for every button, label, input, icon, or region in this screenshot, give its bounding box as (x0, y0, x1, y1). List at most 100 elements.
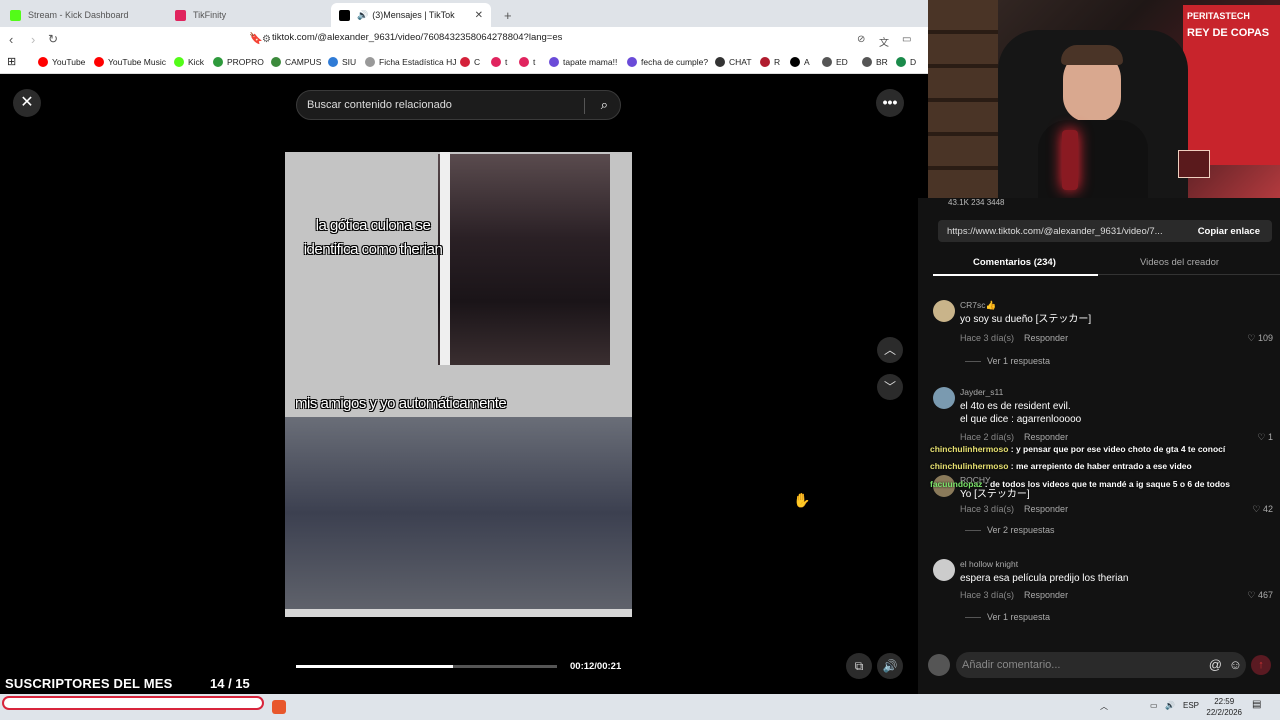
bookmark-favicon-icon (896, 57, 906, 67)
comment-username[interactable]: CR7sc👍 (960, 300, 996, 311)
copy-link-button[interactable]: Copiar enlace (1198, 226, 1260, 237)
related-search-input[interactable]: Buscar contenido relacionado ⌕ (296, 90, 621, 120)
bookmark-favicon-icon (519, 57, 529, 67)
apps-icon[interactable]: ⊞ (7, 55, 16, 68)
bookmark-item[interactable]: R (760, 57, 780, 67)
reload-icon[interactable]: ↻ (48, 32, 58, 46)
tab-tikfinity[interactable]: TikFinity (167, 3, 332, 27)
new-tab-button[interactable]: + (496, 3, 520, 27)
bookmark-item[interactable]: BR (862, 57, 888, 67)
bookmark-item[interactable]: CAMPUS (271, 57, 321, 67)
forward-icon[interactable]: › (31, 32, 35, 47)
bookmark-item[interactable]: t (491, 57, 507, 67)
bookmark-favicon-icon (365, 57, 375, 67)
subs-goal-bar (2, 696, 264, 710)
volume-icon[interactable]: 🔊 (877, 653, 903, 679)
webcam-feed: PERITASTECH REY DE COPAS (928, 0, 1280, 198)
site-info-icon[interactable]: ⚙ (262, 34, 271, 45)
bookmark-item[interactable]: YouTube (38, 57, 85, 67)
volume-tray-icon[interactable]: 🔊 (1165, 701, 1175, 710)
chat-text: : de todos los videos que te mandé a ig … (984, 479, 1230, 489)
avatar[interactable] (933, 387, 955, 409)
comment-username[interactable]: Jayder_s11 (960, 387, 1003, 397)
avatar[interactable] (933, 300, 955, 322)
bookmark-icon[interactable]: 🔖 (249, 32, 263, 45)
comment-time: Hace 3 día(s) (960, 333, 1015, 343)
bookmark-favicon-icon (271, 57, 281, 67)
like-count[interactable]: ♡ 42 (1252, 504, 1273, 515)
bookmark-item[interactable]: C (460, 57, 480, 67)
like-count[interactable]: ♡ 109 (1247, 333, 1273, 344)
url-field[interactable]: tiktok.com/@alexander_9631/video/7608432… (272, 32, 562, 43)
bookmark-item[interactable]: A (790, 57, 810, 67)
send-arrow-icon[interactable]: ↑ (1251, 655, 1271, 675)
reply-button[interactable]: Responder (1024, 432, 1068, 442)
view-replies-button[interactable]: Ver 1 respuesta (965, 356, 1050, 366)
emoji-icon[interactable]: ☺ (1229, 657, 1242, 672)
bookmark-favicon-icon (627, 57, 637, 67)
bookmark-item[interactable]: tapate mama!! (549, 57, 617, 67)
comment-meta: Hace 2 día(s) Responder (960, 432, 1068, 442)
comment-username[interactable]: el hollow knight (960, 559, 1018, 569)
bookmark-label: YouTube Music (108, 57, 166, 67)
language-indicator[interactable]: ESP (1183, 701, 1199, 710)
close-video-button[interactable]: ✕ (13, 89, 41, 117)
bookmark-item[interactable]: D (896, 57, 916, 67)
video-progress-bar[interactable] (296, 665, 557, 668)
view-replies-button[interactable]: Ver 2 respuestas (965, 525, 1055, 535)
previous-video-button[interactable]: ︿ (877, 337, 903, 363)
speaker-icon: 🔊 (357, 9, 369, 20)
bookmark-item[interactable]: Ficha Estadística HJ (365, 57, 456, 67)
bookmark-item[interactable]: ED (822, 57, 848, 67)
tab-creator-videos[interactable]: Videos del creador (1140, 257, 1219, 268)
close-tab-icon[interactable]: ✕ (475, 10, 483, 21)
like-value: 42 (1262, 504, 1273, 514)
avatar[interactable] (933, 559, 955, 581)
tab-tiktok-messages[interactable]: 🔊 (3)Mensajes | TikTok ✕ (331, 3, 491, 27)
bookmark-item[interactable]: YouTube Music (94, 57, 166, 67)
tab-kick-dashboard[interactable]: Stream - Kick Dashboard (2, 3, 167, 27)
reply-button[interactable]: Responder (1024, 590, 1068, 600)
chat-username: chinchulinhermoso (930, 444, 1009, 454)
bookmark-label: D (910, 57, 917, 67)
comment-text: Yo [ステッカー] (960, 489, 1030, 500)
notifications-icon[interactable]: ▤ (1252, 699, 1261, 710)
mini-player-icon[interactable]: ⧉ (846, 653, 872, 679)
reply-button[interactable]: Responder (1024, 333, 1068, 343)
bookmark-item[interactable]: t (519, 57, 535, 67)
bookmark-label: fecha de cumple? (641, 57, 709, 67)
more-options-button[interactable]: ••• (876, 89, 904, 117)
system-clock[interactable]: 22:59 22/2/2026 (1206, 696, 1242, 718)
bookmarks-bar: ⊞ YouTube YouTube Music Kick PROPRO CAMPUS SI… (0, 52, 928, 74)
view-replies-button[interactable]: Ver 1 respuesta (965, 612, 1050, 622)
comment-item: CR7sc👍 yo soy su dueño [ステッカー] Hace 3 dí… (933, 300, 1273, 370)
back-icon[interactable]: ‹ (9, 32, 13, 47)
share-link-text[interactable]: https://www.tiktok.com/@alexander_9631/v… (947, 226, 1163, 237)
next-video-button[interactable]: ﹀ (877, 374, 903, 400)
progress-fill (296, 665, 453, 668)
bookmark-item[interactable]: CHAT (715, 57, 752, 67)
network-icon[interactable]: ▭ (1150, 701, 1158, 710)
like-count[interactable]: ♡ 1 (1257, 432, 1273, 443)
streamer (1038, 40, 1148, 198)
cast-icon[interactable]: ▭ (902, 34, 911, 45)
bookmark-label: R (774, 57, 781, 67)
mention-icon[interactable]: @ (1209, 657, 1222, 672)
tray-chevron-icon[interactable]: ︿ (1100, 701, 1108, 712)
reply-button[interactable]: Responder (1024, 504, 1068, 514)
bookmark-item[interactable]: fecha de cumple? (627, 57, 708, 67)
video-player[interactable]: la gótica culona se identifica como ther… (285, 152, 632, 617)
browser-tab-bar: Stream - Kick Dashboard TikFinity 🔊 (3)M… (0, 0, 928, 27)
comment-placeholder: Añadir comentario... (962, 659, 1061, 671)
chat-username: facuundopaz (930, 479, 983, 489)
bookmark-item[interactable]: SIU (328, 57, 356, 67)
bookmark-item[interactable]: PROPRO (213, 57, 264, 67)
bookmark-item[interactable]: Kick (174, 57, 204, 67)
tab-comments[interactable]: Comentarios (234) (973, 257, 1056, 268)
like-count[interactable]: ♡ 467 (1247, 590, 1273, 601)
comment-input[interactable]: Añadir comentario... @ ☺ (956, 652, 1246, 678)
brave-icon[interactable] (272, 700, 286, 714)
search-icon[interactable]: ⌕ (601, 97, 608, 113)
translate-icon[interactable]: 文 (879, 34, 889, 49)
no-tracking-icon[interactable]: ⊘ (857, 34, 865, 45)
